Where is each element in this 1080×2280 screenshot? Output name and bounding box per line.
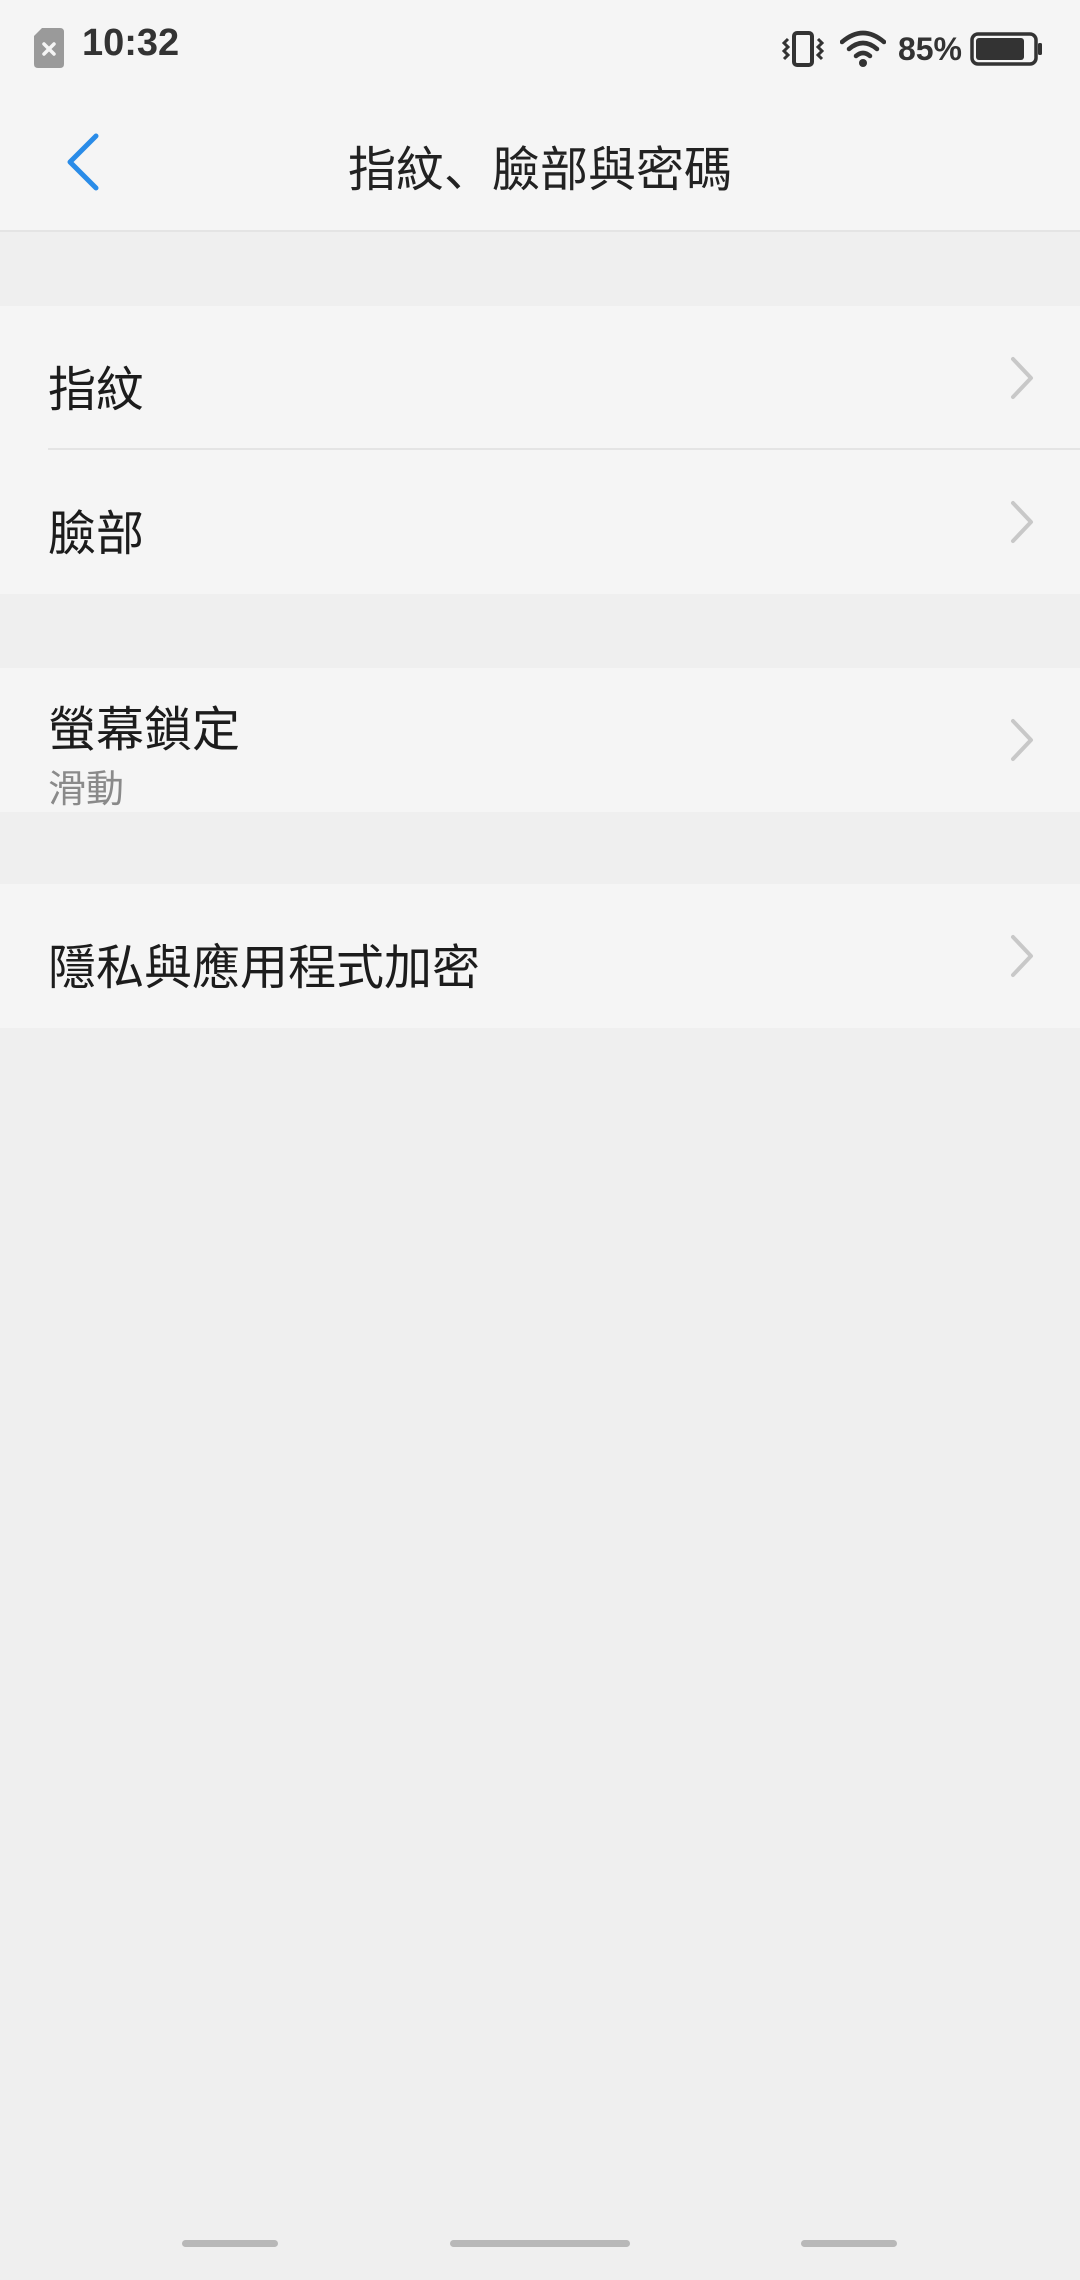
biometrics-group: 指紋 臉部 [0,306,1080,594]
face-item[interactable]: 臉部 [0,450,1080,594]
fingerprint-label: 指紋 [48,362,145,418]
battery-percent: 85% [897,30,962,67]
privacy-item[interactable]: 隱私與應用程式加密 [0,884,1080,1028]
page-title: 指紋、臉部與密碼 [347,142,732,198]
chevron-right-icon [1011,357,1033,399]
screen-lock-label: 螢幕鎖定 [48,702,241,758]
nav-handle-center[interactable] [450,2240,630,2247]
chevron-right-icon [1011,719,1033,761]
screen-lock-group: 螢幕鎖定 滑動 [0,668,1080,812]
wifi-icon [839,30,886,67]
screen-lock-item[interactable]: 螢幕鎖定 滑動 [0,668,1080,812]
chevron-right-icon [1011,935,1033,977]
sim-missing-icon [34,28,64,68]
chevron-right-icon [1011,501,1033,543]
title-bar: 指紋、臉部與密碼 [0,98,1080,232]
status-bar: 10:32 85% [0,0,1080,98]
status-icons: 85% [780,22,1044,76]
fingerprint-item[interactable]: 指紋 [0,306,1080,450]
nav-handle-right[interactable] [801,2240,897,2247]
screen-lock-value: 滑動 [48,767,125,811]
vibrate-icon [781,31,825,67]
nav-handle-left[interactable] [182,2240,278,2247]
battery-icon [970,32,1042,66]
face-label: 臉部 [48,506,145,562]
status-time: 10:32 [82,22,180,64]
privacy-label: 隱私與應用程式加密 [48,940,481,996]
privacy-group: 隱私與應用程式加密 [0,884,1080,1028]
